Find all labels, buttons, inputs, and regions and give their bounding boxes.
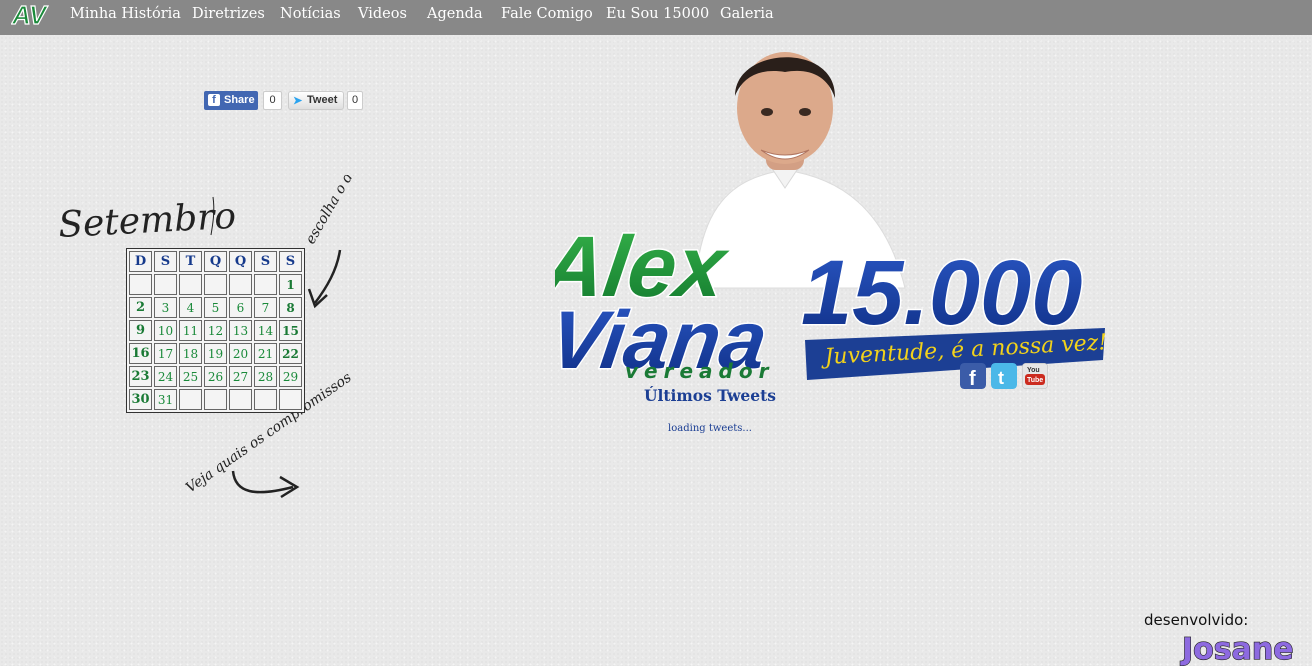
nav-noticias[interactable]: Notícias	[280, 6, 341, 22]
facebook-share-count: 0	[263, 91, 282, 110]
facebook-share-label: Share	[224, 94, 255, 106]
calendar-day[interactable]: 15	[279, 320, 302, 341]
calendar-day[interactable]	[129, 274, 152, 295]
calendar-day[interactable]	[254, 389, 277, 410]
calendar-header-row: D S T Q Q S S	[129, 251, 302, 272]
developer-credit-label: desenvolvido:	[1144, 611, 1248, 629]
tweet-label: Tweet	[307, 94, 338, 106]
calendar-day[interactable]: 20	[229, 343, 252, 364]
candidate-role: vereador	[625, 359, 774, 383]
calendar-week-row: 9 10 11 12 13 14 15	[129, 320, 302, 341]
calendar-day[interactable]	[204, 274, 227, 295]
developer-credit-brand: Josane	[1180, 632, 1294, 666]
svg-text:t: t	[998, 368, 1004, 388]
tweet-button[interactable]: ➤ Tweet	[288, 91, 344, 110]
calendar-day[interactable]: 31	[154, 389, 177, 410]
calendar-note-top: escolha o dia	[303, 175, 363, 247]
calendar-day[interactable]: 4	[179, 297, 202, 318]
calendar-week-row: 30 31	[129, 389, 302, 410]
facebook-icon: f	[208, 94, 220, 106]
weekday-header: T	[179, 251, 202, 272]
calendar-day[interactable]: 19	[204, 343, 227, 364]
nav-galeria[interactable]: Galeria	[720, 6, 774, 22]
calendar-day[interactable]: 30	[129, 389, 152, 410]
calendar-day[interactable]: 11	[179, 320, 202, 341]
weekday-header: Q	[229, 251, 252, 272]
calendar-day[interactable]: 25	[179, 366, 202, 387]
calendar-day[interactable]: 10	[154, 320, 177, 341]
calendar-day[interactable]: 18	[179, 343, 202, 364]
events-calendar: D S T Q Q S S 1 2 3 4 5 6 7 8 9 10 11 12…	[126, 248, 305, 413]
calendar-day[interactable]: 21	[254, 343, 277, 364]
weekday-header: Q	[204, 251, 227, 272]
weekday-header: S	[254, 251, 277, 272]
weekday-header: S	[154, 251, 177, 272]
twitter-bird-icon: ➤	[293, 95, 303, 107]
calendar-week-row: 1	[129, 274, 302, 295]
svg-text:You: You	[1027, 367, 1040, 374]
calendar-day[interactable]: 8	[279, 297, 302, 318]
calendar-day[interactable]: 16	[129, 343, 152, 364]
calendar-day[interactable]	[229, 389, 252, 410]
nav-minha-historia[interactable]: Minha História	[70, 6, 181, 22]
calendar-day[interactable]: 5	[204, 297, 227, 318]
calendar-day[interactable]: 22	[279, 343, 302, 364]
calendar-day[interactable]: 26	[204, 366, 227, 387]
calendar-day[interactable]: 17	[154, 343, 177, 364]
developer-credit[interactable]: desenvolvido: Josane	[1140, 605, 1312, 666]
nav-videos[interactable]: Videos	[358, 6, 407, 22]
svg-text:f: f	[969, 368, 976, 389]
nav-fale-comigo[interactable]: Fale Comigo	[501, 6, 593, 22]
calendar-day[interactable]: 6	[229, 297, 252, 318]
calendar-day[interactable]: 3	[154, 297, 177, 318]
candidate-banner: Alex Viana vereador 15.000 Juventude, é …	[555, 52, 1108, 388]
calendar-day[interactable]	[179, 389, 202, 410]
calendar-day[interactable]: 23	[129, 366, 152, 387]
calendar-day[interactable]	[154, 274, 177, 295]
calendar-day[interactable]: 1	[279, 274, 302, 295]
calendar-day[interactable]: 29	[279, 366, 302, 387]
calendar-day[interactable]	[204, 389, 227, 410]
nav-eu-sou-15000[interactable]: Eu Sou 15000	[606, 6, 709, 22]
weekday-header: D	[129, 251, 152, 272]
calendar-month-script: Setembro	[57, 196, 237, 246]
calendar-week-row: 2 3 4 5 6 7 8	[129, 297, 302, 318]
facebook-share-button[interactable]: f Share	[204, 91, 258, 110]
calendar-day[interactable]: 13	[229, 320, 252, 341]
calendar-week-row: 23 24 25 26 27 28 29	[129, 366, 302, 387]
site-logo[interactable]: AV	[11, 0, 55, 28]
candidate-number: 15.000	[801, 242, 1082, 344]
calendar-day[interactable]	[279, 389, 302, 410]
logo-text: AV	[11, 0, 49, 28]
calendar-day[interactable]: 27	[229, 366, 252, 387]
calendar-day[interactable]	[179, 274, 202, 295]
calendar-day[interactable]: 9	[129, 320, 152, 341]
calendar-day[interactable]: 12	[204, 320, 227, 341]
calendar-day[interactable]: 2	[129, 297, 152, 318]
calendar-day[interactable]: 14	[254, 320, 277, 341]
calendar-day[interactable]	[229, 274, 252, 295]
tweet-count: 0	[347, 91, 363, 110]
calendar-day[interactable]: 7	[254, 297, 277, 318]
candidate-logo: Alex Viana vereador 15.000 Juventude, é …	[555, 218, 1108, 388]
tweets-loading-text: loading tweets...	[668, 423, 752, 434]
latest-tweets-title: Últimos Tweets	[643, 386, 777, 405]
svg-text:Tube: Tube	[1027, 377, 1043, 384]
youtube-icon[interactable]: You Tube	[1022, 363, 1048, 389]
top-navbar: AV Minha História Diretrizes Notícias Vi…	[0, 0, 1312, 35]
nav-diretrizes[interactable]: Diretrizes	[192, 6, 265, 22]
calendar-week-row: 16 17 18 19 20 21 22	[129, 343, 302, 364]
facebook-icon[interactable]: f	[960, 363, 986, 389]
calendar-day[interactable]: 28	[254, 366, 277, 387]
calendar-day[interactable]: 24	[154, 366, 177, 387]
twitter-icon[interactable]: t	[991, 363, 1017, 389]
nav-agenda[interactable]: Agenda	[427, 6, 483, 22]
calendar-day[interactable]	[254, 274, 277, 295]
weekday-header: S	[279, 251, 302, 272]
